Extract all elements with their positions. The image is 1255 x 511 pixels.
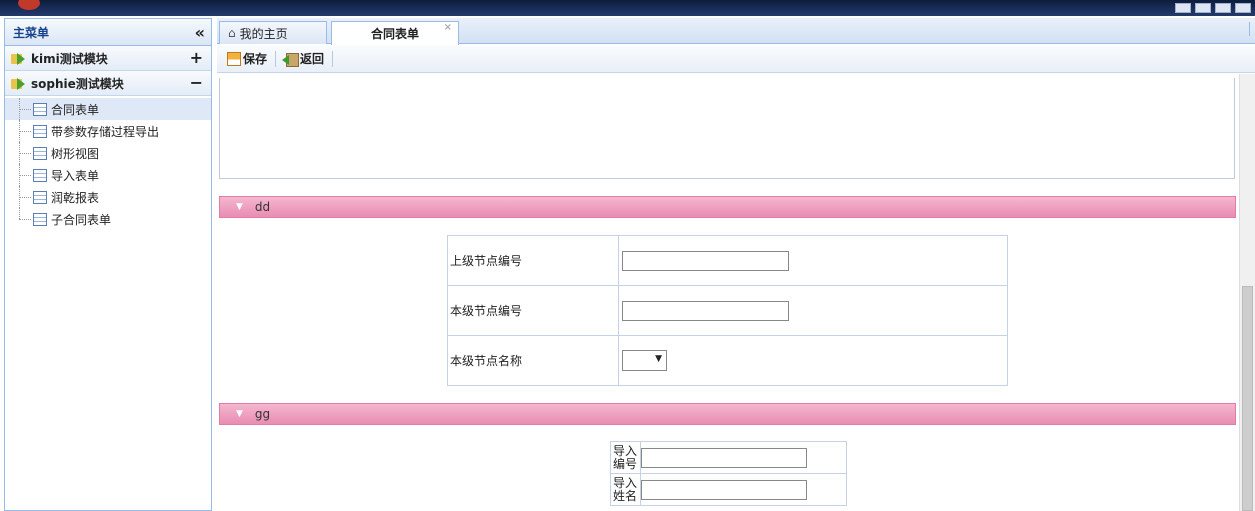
- collapse-chevron-icon[interactable]: ▼: [236, 202, 243, 212]
- home-icon: ⌂: [228, 26, 236, 40]
- module-arrow-icon: [11, 51, 27, 65]
- field-label: 本级节点名称: [447, 335, 619, 386]
- window-controls: [1175, 3, 1251, 13]
- expand-icon[interactable]: +: [190, 48, 203, 67]
- tab-bar: ⌂ 我的主页 合同表单 ×: [217, 18, 1255, 45]
- save-icon: [227, 51, 241, 66]
- form-icon: [33, 146, 47, 160]
- tab-contract-form[interactable]: 合同表单 ×: [331, 21, 459, 45]
- section-header-dd[interactable]: ▼ dd: [219, 196, 1236, 218]
- app-logo-icon: [18, 0, 40, 10]
- toolbar: 保存 返回: [217, 45, 1255, 73]
- vertical-scrollbar[interactable]: [1239, 74, 1255, 511]
- collapse-sidebar-icon[interactable]: «: [195, 23, 205, 42]
- back-label: 返回: [300, 52, 325, 66]
- help-icon[interactable]: [1215, 3, 1231, 13]
- scrollbar-thumb[interactable]: [1242, 286, 1253, 511]
- sidebar: 主菜单 « kimi测试模块 + sophie测试模块 − 合同表单 带参数存储…: [4, 18, 212, 511]
- tree-item-proc-export[interactable]: 带参数存储过程导出: [5, 120, 211, 142]
- form-row: 本级节点编号: [447, 285, 1008, 336]
- field-label: 上级节点编号: [447, 235, 619, 286]
- field-cell: [618, 285, 1008, 336]
- collapse-chevron-icon[interactable]: ▼: [236, 409, 243, 419]
- module-tree: 合同表单 带参数存储过程导出 树形视图 导入表单 润乾报表 子合同表单: [5, 96, 211, 230]
- app-title-bar: [0, 0, 1255, 16]
- tab-label: 合同表单: [370, 27, 419, 41]
- module-arrow-icon: [11, 76, 27, 90]
- tree-item-tree-view[interactable]: 树形视图: [5, 142, 211, 164]
- save-label: 保存: [243, 52, 268, 66]
- parent-node-id-input[interactable]: [622, 250, 789, 271]
- tree-item-import-form[interactable]: 导入表单: [5, 164, 211, 186]
- min-icon[interactable]: [1175, 3, 1191, 13]
- sidebar-title: 主菜单: [13, 25, 50, 40]
- form-icon: [33, 190, 47, 204]
- save-button[interactable]: 保存: [227, 50, 267, 67]
- field-cell: [618, 335, 1008, 386]
- form-icon: [33, 124, 47, 138]
- collapse-icon[interactable]: −: [190, 73, 203, 92]
- tree-item-contract-form[interactable]: 合同表单: [5, 98, 211, 120]
- form-row: 导入编号: [610, 441, 847, 474]
- section-gg-table: 导入编号 导入姓名: [610, 441, 847, 506]
- tree-item-label: 导入表单: [51, 168, 100, 183]
- restore-icon[interactable]: [1195, 3, 1211, 13]
- field-label: 本级节点编号: [447, 285, 619, 336]
- form-row: 导入姓名: [610, 473, 847, 506]
- tree-item-label: 带参数存储过程导出: [51, 124, 160, 139]
- section-header-gg[interactable]: ▼ gg: [219, 403, 1236, 425]
- tab-scroll-right[interactable]: [1249, 22, 1255, 36]
- back-icon: [282, 52, 300, 67]
- toolbar-separator: [275, 50, 277, 67]
- toolbar-separator: [332, 50, 334, 67]
- node-id-input[interactable]: [622, 300, 789, 321]
- tree-item-label: 树形视图: [51, 146, 100, 161]
- form-icon: [33, 102, 47, 116]
- close-icon[interactable]: [1235, 3, 1251, 13]
- form-row: 上级节点编号: [447, 235, 1008, 286]
- section-title: dd: [254, 200, 271, 214]
- form-icon: [33, 212, 47, 226]
- module-kimi[interactable]: kimi测试模块 +: [5, 46, 211, 71]
- sidebar-header: 主菜单 «: [5, 19, 211, 46]
- module-sophie[interactable]: sophie测试模块 −: [5, 71, 211, 96]
- tab-home[interactable]: ⌂ 我的主页: [219, 21, 327, 44]
- field-label: 导入编号: [610, 441, 641, 474]
- module-label: sophie测试模块: [31, 76, 124, 91]
- node-name-select[interactable]: [622, 350, 667, 371]
- back-button[interactable]: 返回: [282, 50, 324, 67]
- module-label: kimi测试模块: [31, 51, 108, 66]
- tree-item-sub-contract-form[interactable]: 子合同表单: [5, 208, 211, 230]
- section-title: gg: [254, 407, 271, 421]
- field-cell: [640, 441, 847, 474]
- import-name-input[interactable]: [641, 479, 807, 500]
- tab-label: 我的主页: [239, 26, 288, 41]
- form-content: ▼ dd 上级节点编号 本级节点编号 本级节点名称 ▼ gg 导入编号: [217, 74, 1239, 511]
- section-dd-table: 上级节点编号 本级节点编号 本级节点名称: [447, 235, 1008, 386]
- form-icon: [33, 168, 47, 182]
- form-row: 本级节点名称: [447, 335, 1008, 386]
- tree-item-label: 子合同表单: [51, 212, 112, 227]
- field-cell: [640, 473, 847, 506]
- import-id-input[interactable]: [641, 447, 807, 468]
- field-label: 导入姓名: [610, 473, 641, 506]
- tree-item-label: 润乾报表: [51, 190, 100, 205]
- previous-section-box: [219, 78, 1235, 179]
- tree-item-label: 合同表单: [51, 102, 100, 117]
- close-tab-icon[interactable]: ×: [444, 22, 452, 33]
- field-cell: [618, 235, 1008, 286]
- tree-item-runqian-report[interactable]: 润乾报表: [5, 186, 211, 208]
